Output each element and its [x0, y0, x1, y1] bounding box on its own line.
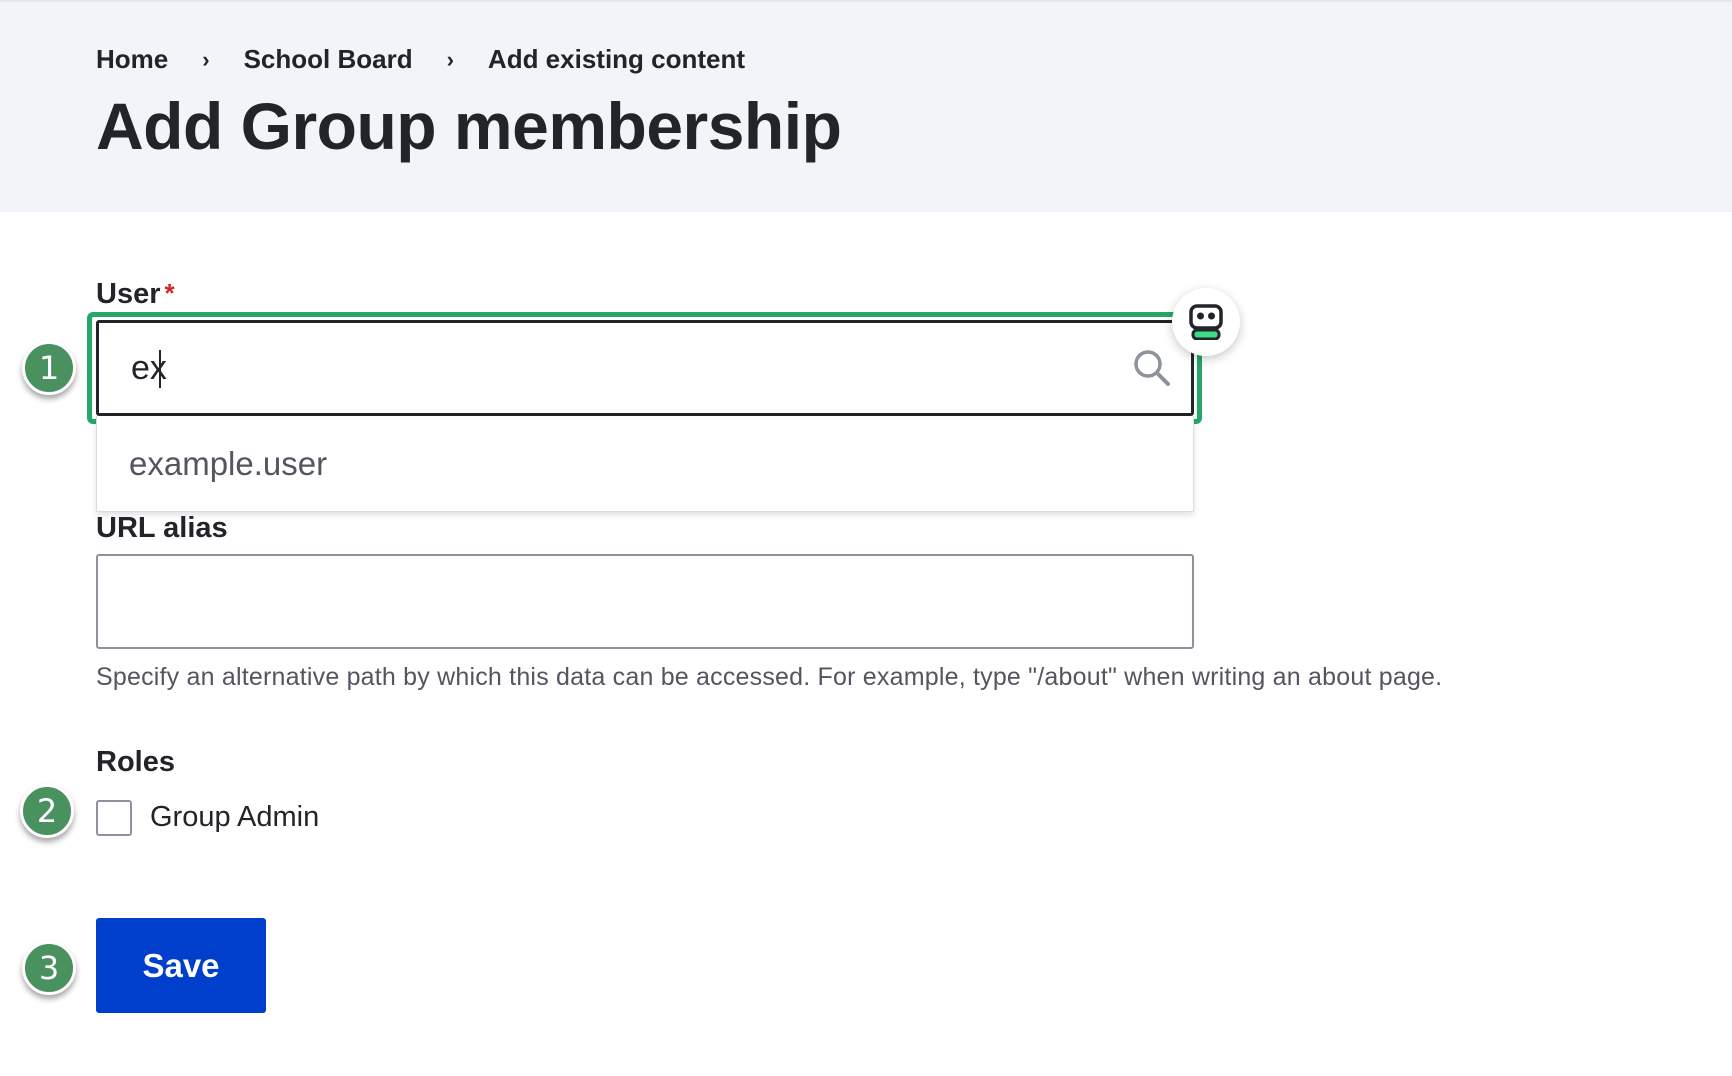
url-alias-input[interactable] — [96, 554, 1194, 649]
breadcrumb: Home › School Board › Add existing conte… — [96, 44, 745, 75]
autocomplete-dropdown: example.user — [96, 416, 1194, 512]
page-title: Add Group membership — [96, 89, 842, 163]
save-button[interactable]: Save — [96, 918, 266, 1013]
user-label-text: User — [96, 278, 161, 310]
step-badge-3: 3 — [22, 941, 76, 995]
step-badge-2: 2 — [20, 784, 74, 838]
search-icon — [1134, 350, 1170, 386]
required-marker: * — [164, 278, 175, 308]
breadcrumb-separator: › — [202, 46, 210, 72]
user-autocomplete-wrapper — [96, 320, 1194, 416]
robot-icon — [1189, 304, 1223, 340]
breadcrumb-separator: › — [446, 46, 454, 72]
page-header: Home › School Board › Add existing conte… — [0, 0, 1732, 212]
breadcrumb-add-existing-content[interactable]: Add existing content — [488, 44, 745, 75]
user-field-label: User * — [96, 278, 175, 311]
step-badge-1: 1 — [22, 341, 76, 395]
breadcrumb-school-board[interactable]: School Board — [244, 44, 413, 75]
text-cursor — [159, 350, 161, 388]
url-alias-description: Specify an alternative path by which thi… — [96, 663, 1443, 691]
group-admin-label[interactable]: Group Admin — [150, 801, 319, 834]
group-admin-checkbox[interactable] — [96, 800, 132, 836]
url-alias-label: URL alias — [96, 512, 228, 544]
breadcrumb-home[interactable]: Home — [96, 44, 168, 75]
assistant-button[interactable] — [1172, 288, 1240, 356]
roles-label: Roles — [96, 746, 175, 778]
user-autocomplete-input[interactable] — [129, 347, 1029, 389]
autocomplete-suggestion[interactable]: example.user — [129, 445, 327, 483]
